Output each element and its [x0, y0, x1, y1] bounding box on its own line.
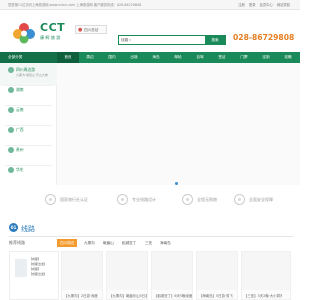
- sidebar-item-label: 云南: [16, 106, 24, 112]
- service-features: 国家旅行社认证 专业线路设计 全程无购物 全面安全保障: [0, 185, 300, 215]
- route-card[interactable]: 【三亚】3天2晚·大小洞天: [241, 251, 291, 300]
- tabs-title: 推荐线路: [9, 240, 25, 245]
- search-input[interactable]: [141, 37, 203, 43]
- pin-icon: [8, 67, 14, 73]
- card-image: [242, 252, 290, 290]
- category-sidebar: 四川周边游 九寨沟 峨眉山 乐山大佛 湖南 云南 广西 贵州 华东: [0, 63, 57, 185]
- feature-label: 专业线路设计: [132, 197, 156, 202]
- location-pin-icon: ●: [78, 26, 83, 33]
- card-image: [152, 252, 192, 290]
- nav-item[interactable]: 邮轮: [167, 52, 189, 63]
- tab[interactable]: 稻城亚丁: [119, 239, 139, 247]
- route-card[interactable]: 【稻城亚丁】6天5晚深度: [151, 251, 193, 300]
- card-image: [62, 252, 102, 290]
- top-bar-text: 您是第11位访问上海旅游网,www.cctcn.com 上海旅游网 客户服务热线…: [8, 3, 142, 7]
- sidebar-item-label: 湖南: [16, 86, 24, 92]
- route-tabs: 推荐线路 四川周边 九寨沟 峨眉山 稻城亚丁 三亚 海南岛: [9, 239, 293, 247]
- feature-label: 全面安全保障: [249, 197, 273, 202]
- section-number: 01: [9, 223, 18, 232]
- chevron-down-icon: ▾: [129, 38, 131, 42]
- city-label: 四川总站: [84, 28, 99, 32]
- featured-line: 【成都出发】: [29, 272, 48, 276]
- certified-icon: [45, 194, 56, 205]
- card-image: [107, 252, 147, 290]
- card-caption: 【三亚】3天2晚·大小洞天: [244, 294, 282, 298]
- tab[interactable]: 三亚: [142, 239, 155, 247]
- nav-item[interactable]: 签证: [211, 52, 233, 63]
- login-link[interactable]: 登录: [249, 3, 256, 7]
- card-image: [197, 252, 237, 290]
- city-selector[interactable]: ● 四川总站: [75, 25, 107, 34]
- search-category-select[interactable]: 线路▾: [121, 36, 141, 44]
- search-category-label: 线路: [121, 38, 129, 42]
- pin-icon: [8, 147, 14, 153]
- main-nav: 全部分类 首页 周边 国内 出境 海岛 邮轮 自驾 签证 门票 定制 攻略: [0, 52, 300, 63]
- route-card[interactable]: 【九寨沟】峨眉乐山5日游: [106, 251, 148, 300]
- card-caption: 【九寨沟】峨眉乐山5日游: [109, 294, 147, 298]
- no-shopping-icon: [182, 194, 193, 205]
- card-image: [15, 259, 27, 277]
- pin-icon: [8, 167, 14, 173]
- card-caption: 【海南岛】5日游·双飞: [199, 294, 233, 298]
- search-bar: 线路▾ 搜索: [118, 35, 226, 45]
- nav-item[interactable]: 周边: [79, 52, 101, 63]
- nav-item[interactable]: 出境: [123, 52, 145, 63]
- nav-item[interactable]: 门票: [233, 52, 255, 63]
- feature-label: 国家旅行社认证: [60, 197, 88, 202]
- site-nav-link[interactable]: 网站导航: [277, 3, 290, 7]
- site-header: CCT 康辉旅游 ● 四川总站 线路▾ 搜索 028-86729808: [0, 10, 300, 45]
- logo-name[interactable]: CCT: [40, 21, 65, 34]
- sidebar-item-sub: 九寨沟 峨眉山 乐山大佛: [16, 72, 48, 77]
- route-card[interactable]: 【九寨沟】2日游·深度: [61, 251, 103, 300]
- tab[interactable]: 峨眉山: [100, 239, 117, 247]
- pin-icon: [8, 87, 14, 93]
- tab[interactable]: 海南岛: [157, 239, 174, 247]
- nav-item[interactable]: 攻略: [277, 52, 299, 63]
- nav-item[interactable]: 国内: [101, 52, 123, 63]
- sidebar-item[interactable]: 华东: [0, 163, 57, 186]
- logo-subtitle: 康辉旅游: [40, 35, 62, 40]
- card-caption: 【九寨沟】2日游·深度: [64, 294, 98, 298]
- tab[interactable]: 四川周边: [57, 239, 78, 247]
- featured-card-lines: 【成都】 【成都出发】 【成都】 【成都出发】: [29, 257, 47, 277]
- shield-icon: [234, 194, 245, 205]
- top-bar-links: 注册 登录 会员中心 网站导航: [235, 2, 290, 7]
- hotline-number: 028-86729808: [233, 33, 295, 42]
- nav-item[interactable]: 自驾: [189, 52, 211, 63]
- top-bar: 您是第11位访问上海旅游网,www.cctcn.com 上海旅游网 客户服务热线…: [0, 0, 300, 10]
- design-icon: [117, 194, 128, 205]
- pin-icon: [8, 127, 14, 133]
- section-title: 线路: [21, 224, 35, 233]
- member-center-link[interactable]: 会员中心: [260, 3, 273, 7]
- nav-item-home[interactable]: 首页: [57, 52, 79, 63]
- pin-icon: [8, 107, 14, 113]
- all-categories-tab[interactable]: 全部分类: [0, 52, 57, 63]
- register-link[interactable]: 注册: [238, 3, 245, 7]
- sidebar-item-label: 华东: [16, 166, 24, 172]
- sidebar-item-label: 贵州: [16, 146, 24, 152]
- featured-card[interactable]: 【成都】 【成都出发】 【成都】 【成都出发】: [9, 251, 59, 300]
- logo-icon[interactable]: [11, 22, 37, 44]
- nav-item[interactable]: 定制: [255, 52, 277, 63]
- sidebar-item-label: 广西: [16, 126, 24, 132]
- tab[interactable]: 九寨沟: [81, 239, 98, 247]
- search-button[interactable]: 搜索: [205, 36, 225, 44]
- nav-item[interactable]: 海岛: [145, 52, 167, 63]
- route-card[interactable]: 【海南岛】5日游·双飞: [196, 251, 238, 300]
- card-caption: 【稻城亚丁】6天5晚深度: [154, 294, 192, 298]
- feature-label: 全程无购物: [197, 197, 217, 202]
